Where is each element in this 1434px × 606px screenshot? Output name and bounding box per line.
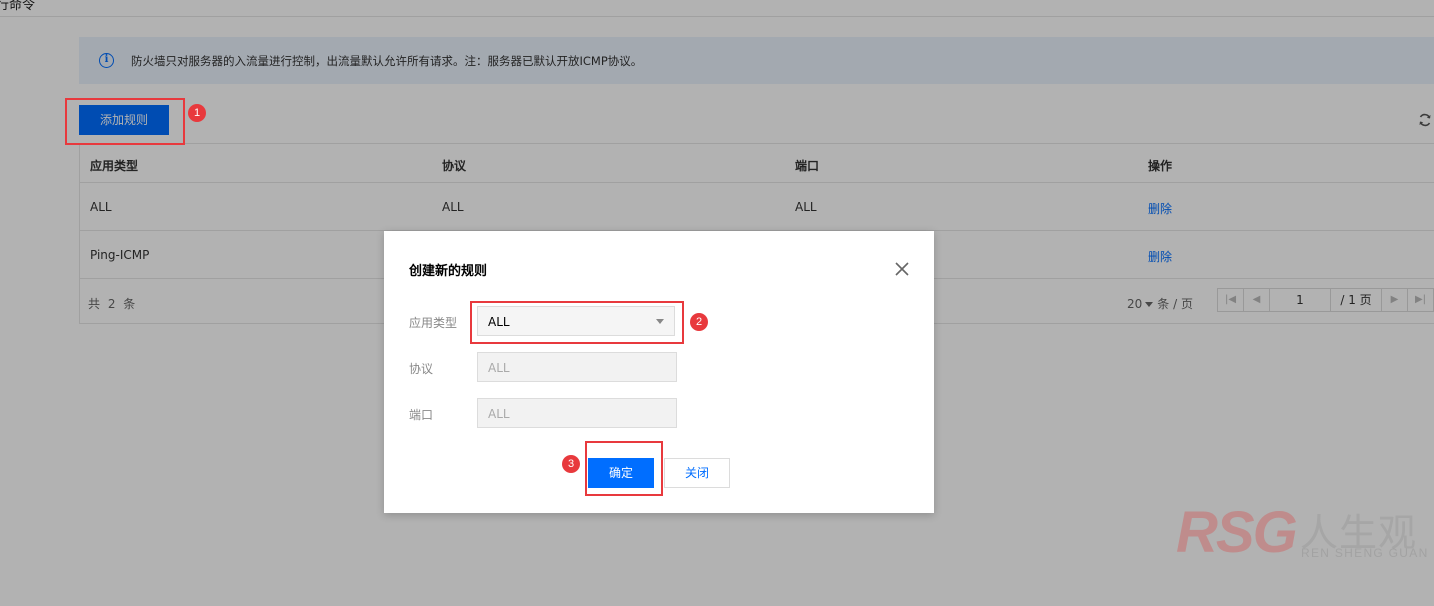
app-type-label: 应用类型: [409, 316, 458, 330]
protocol-label: 协议: [409, 362, 434, 376]
highlight-box-2: [470, 301, 684, 344]
port-field: ALL: [477, 398, 677, 428]
highlight-box-3: [585, 441, 663, 496]
watermark-logo: RSG 人生观 REN SHENG GUAN: [1176, 498, 1434, 568]
watermark-brand: RSG: [1176, 500, 1298, 565]
protocol-field: ALL: [477, 352, 677, 382]
dialog-title: 创建新的规则: [409, 264, 488, 279]
step-badge-2: 2: [690, 313, 708, 331]
port-label: 端口: [409, 408, 434, 422]
step-badge-3: 3: [562, 455, 580, 473]
highlight-box-1: [65, 98, 185, 145]
step-badge-1: 1: [188, 104, 206, 122]
close-icon[interactable]: [895, 262, 909, 276]
close-button[interactable]: 关闭: [664, 458, 730, 488]
watermark-pinyin: REN SHENG GUAN: [1301, 546, 1429, 560]
